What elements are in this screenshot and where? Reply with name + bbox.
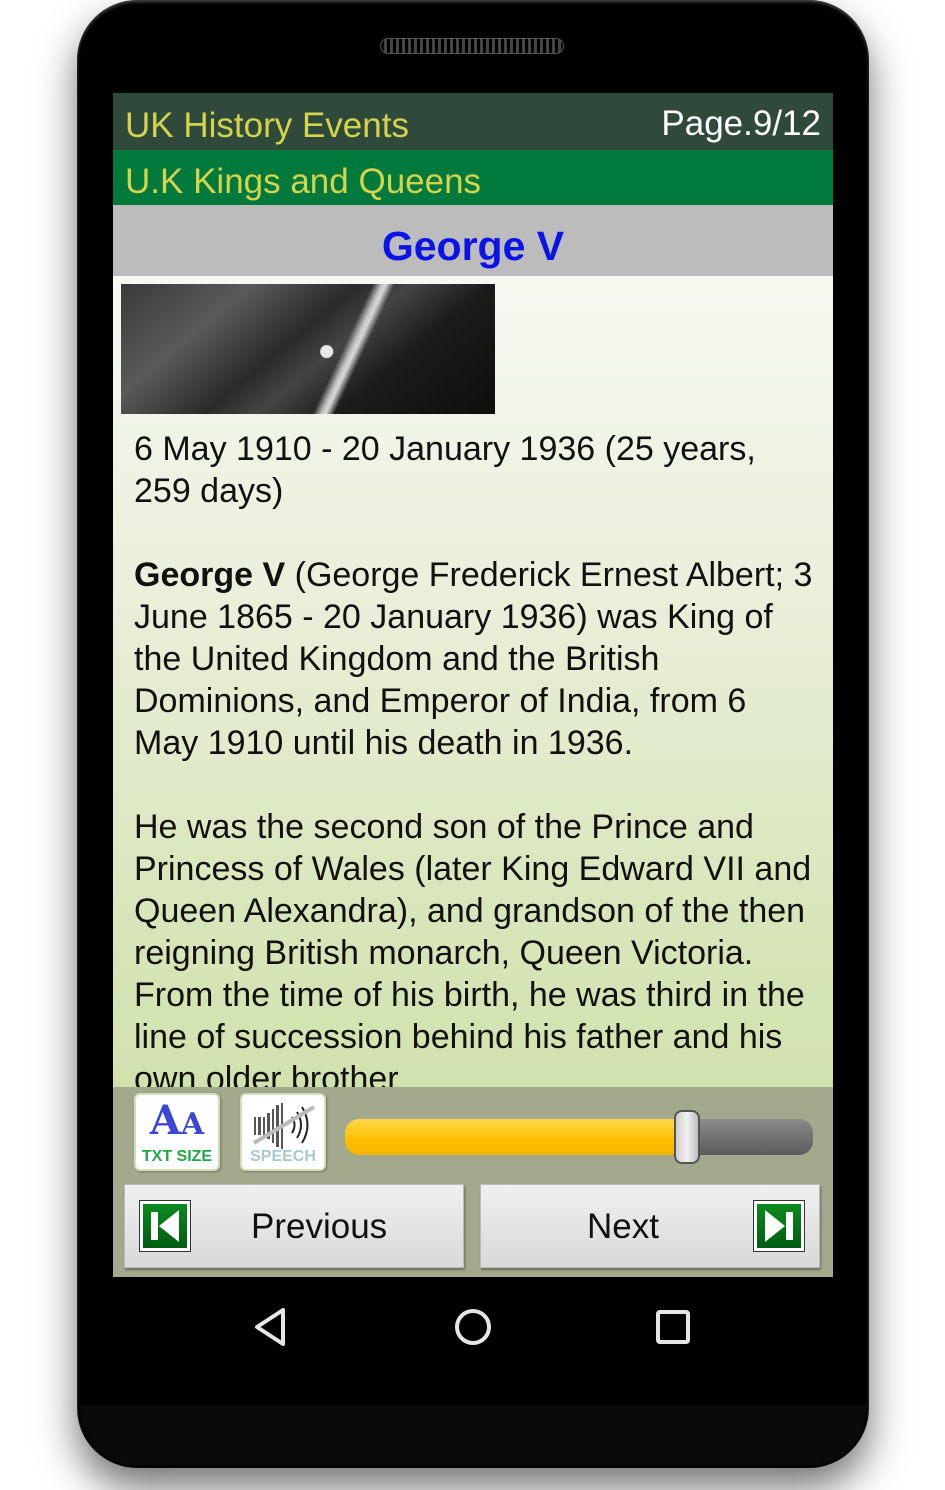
speaker-muted-icon [252, 1103, 316, 1149]
earpiece-speaker [380, 38, 564, 54]
back-icon[interactable] [249, 1303, 297, 1351]
paragraph-2: He was the second son of the Prince and … [134, 808, 812, 1087]
article-text: 6 May 1910 - 20 January 1936 (25 years, … [134, 428, 814, 1087]
slider-fill [345, 1119, 687, 1155]
control-panel: AA TXT SIZE SPEECH Previous Next [113, 1087, 833, 1277]
article-content[interactable]: 6 May 1910 - 20 January 1936 (25 years, … [113, 276, 833, 1087]
home-icon[interactable] [449, 1303, 497, 1351]
text-size-icon: AA [149, 1097, 205, 1144]
intro-paragraph: George V (George Frederick Ernest Albert… [134, 554, 814, 764]
speech-label: SPEECH [250, 1148, 316, 1165]
system-nav-bar [113, 1277, 833, 1377]
previous-icon [139, 1200, 191, 1252]
speech-rate-slider[interactable] [345, 1110, 813, 1164]
slider-thumb[interactable] [673, 1110, 700, 1164]
phone-chin [80, 1405, 866, 1465]
category-bar: U.K Kings and Queens [113, 150, 833, 205]
article-heading-bar: George V [113, 205, 833, 276]
intro-bold-name: George V [134, 556, 286, 594]
next-icon [753, 1200, 805, 1252]
text-size-button[interactable]: AA TXT SIZE [134, 1093, 220, 1171]
recents-icon[interactable] [649, 1303, 697, 1351]
text-size-label: TXT SIZE [141, 1148, 213, 1165]
page-indicator: Page.9/12 [661, 104, 821, 143]
title-bar: UK History Events Page.9/12 [113, 93, 833, 150]
app-screen: UK History Events Page.9/12 U.K Kings an… [113, 93, 833, 1277]
next-label: Next [587, 1207, 659, 1246]
speech-button[interactable]: SPEECH [240, 1093, 326, 1171]
next-button[interactable]: Next [480, 1184, 820, 1268]
category-title: U.K Kings and Queens [125, 162, 482, 201]
previous-button[interactable]: Previous [124, 1184, 464, 1268]
portrait-image [121, 284, 495, 414]
app-title: UK History Events [125, 106, 409, 145]
previous-label: Previous [251, 1207, 388, 1246]
reign-dates: 6 May 1910 - 20 January 1936 (25 years, … [134, 430, 756, 510]
article-heading: George V [381, 223, 565, 269]
